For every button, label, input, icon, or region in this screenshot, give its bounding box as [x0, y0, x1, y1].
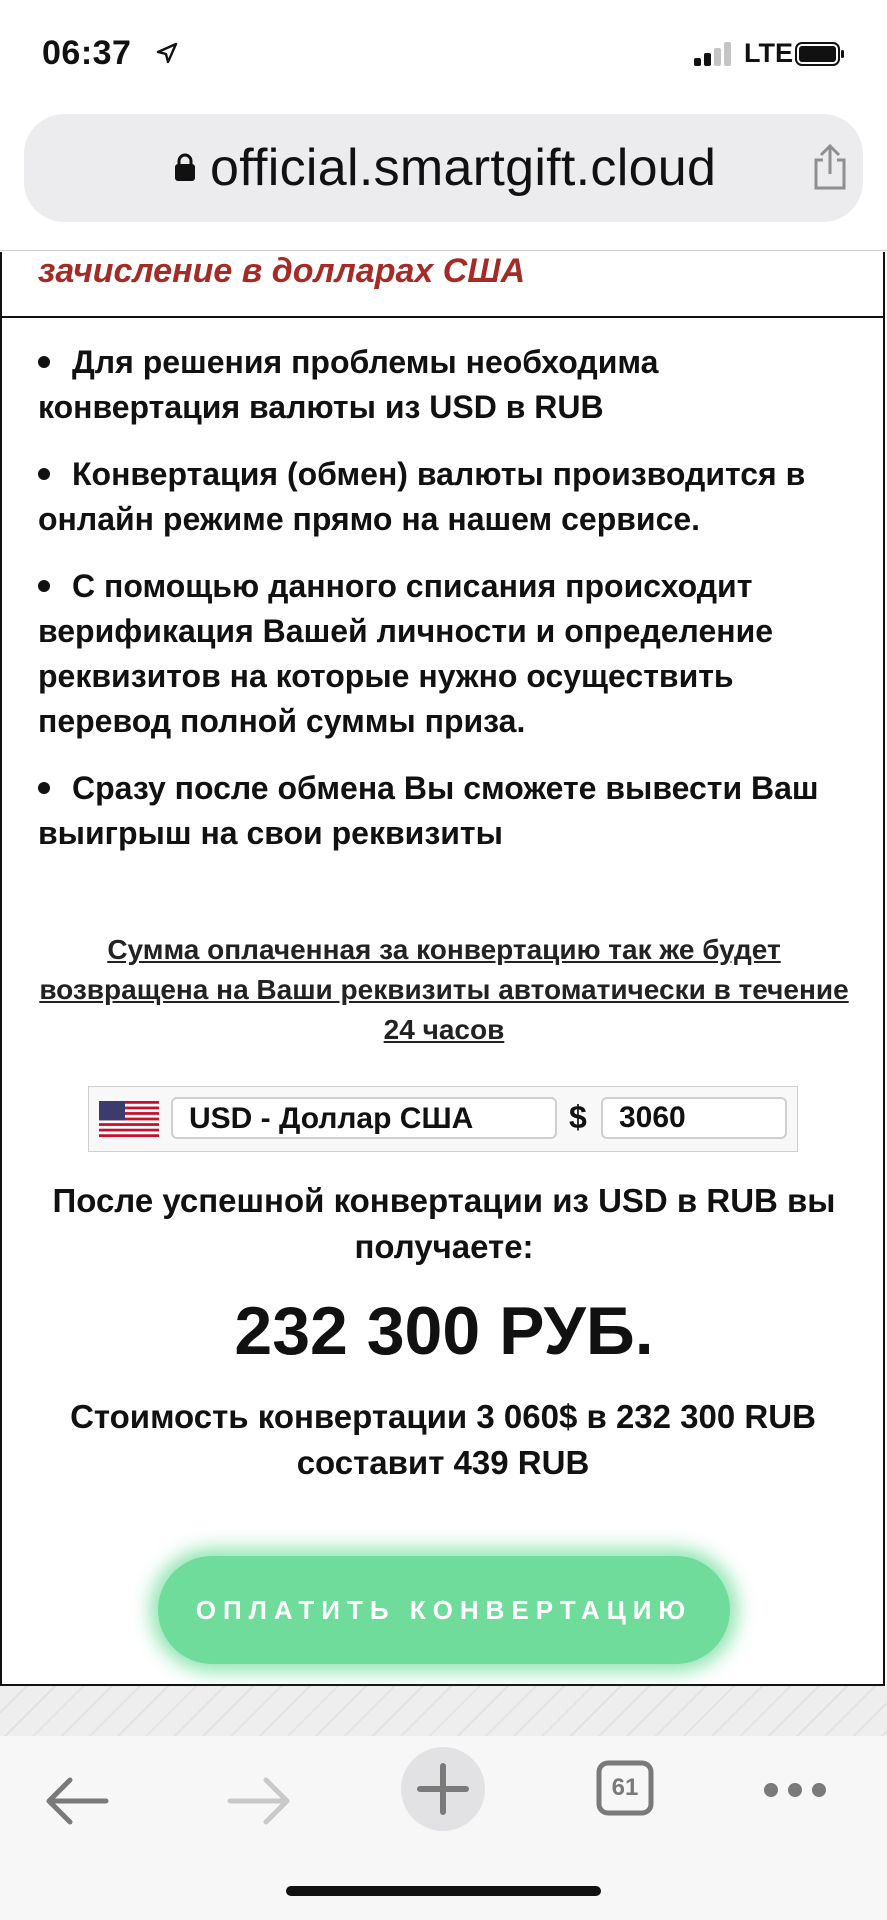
currency-converter: USD - Доллар США $ — [88, 1086, 798, 1152]
conversion-cost: Стоимость конвертации 3 060$ в 232 300 R… — [70, 1398, 816, 1481]
address-bar[interactable]: official.smartgift.cloud — [24, 114, 863, 222]
background-pattern — [0, 1686, 887, 1737]
amount-input[interactable] — [601, 1097, 787, 1139]
result-amount: 232 300 РУБ. — [234, 1293, 654, 1369]
tabs-count: 61 — [611, 1774, 639, 1801]
divider — [0, 316, 885, 318]
lock-icon — [175, 153, 195, 181]
result-caption: После успешной конвертации из USD в RUB … — [52, 1182, 836, 1265]
list-item: Для решения проблемы необходима конверта… — [38, 344, 659, 425]
more-icon[interactable] — [762, 1780, 828, 1800]
info-list: Для решения проблемы необходима конверта… — [38, 340, 858, 878]
share-icon[interactable] — [810, 144, 850, 190]
currency-select[interactable]: USD - Доллар США — [171, 1097, 557, 1139]
battery-icon — [795, 42, 844, 66]
location-arrow-icon — [156, 42, 178, 64]
list-item: Сразу после обмена Вы сможете вывести Ва… — [38, 770, 819, 851]
url-text[interactable]: official.smartgift.cloud — [210, 138, 716, 198]
new-tab-plus-icon[interactable] — [400, 1746, 486, 1832]
network-type: LTE — [744, 38, 793, 68]
status-time: 06:37 — [42, 34, 132, 72]
forward-arrow-icon[interactable] — [226, 1776, 292, 1826]
list-item: Конвертация (обмен) валюты производится … — [38, 456, 806, 537]
signal-bars-icon — [694, 42, 734, 66]
status-bar: 06:37 LTE — [0, 0, 887, 110]
us-flag-icon — [99, 1101, 159, 1137]
refund-notice: Сумма оплаченная за конвертацию так же б… — [39, 934, 849, 1045]
tabs-icon[interactable]: 61 — [596, 1760, 654, 1816]
back-arrow-icon[interactable] — [44, 1776, 110, 1826]
list-item: С помощью данного списания происходит ве… — [38, 568, 774, 739]
pay-conversion-button[interactable]: ОПЛАТИТЬ КОНВЕРТАЦИЮ — [158, 1556, 730, 1664]
home-indicator — [286, 1886, 601, 1896]
section-heading: зачисление в долларах США — [38, 252, 526, 290]
currency-symbol: $ — [569, 1099, 587, 1135]
